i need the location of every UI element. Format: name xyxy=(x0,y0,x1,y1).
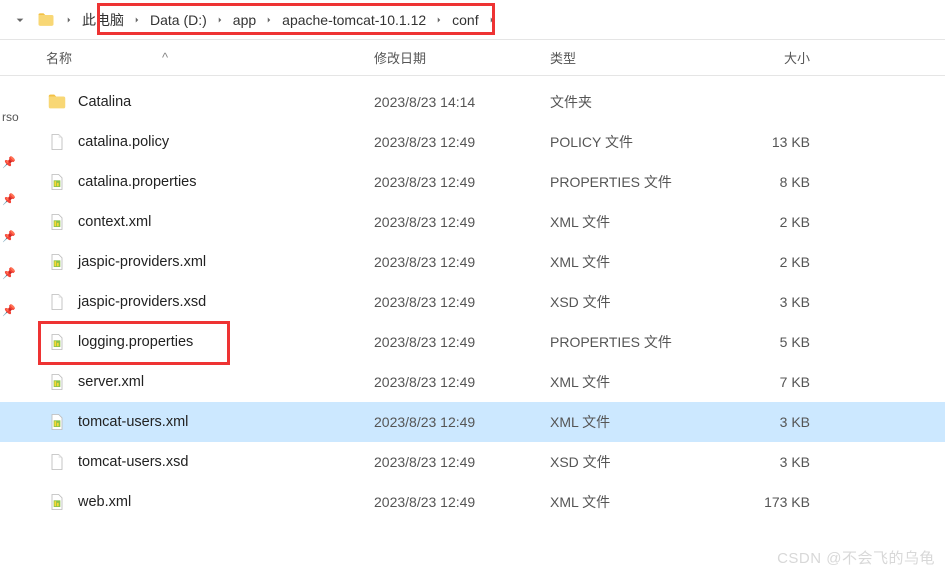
file-row[interactable]: jaspic-providers.xsd2023/8/23 12:49XSD 文… xyxy=(0,282,945,322)
file-name: catalina.policy xyxy=(78,134,374,150)
file-name: Catalina xyxy=(78,94,374,110)
file-size: 3 KB xyxy=(730,294,820,310)
address-bar: 此电脑 Data (D:) app apache-tomcat-10.1.12 … xyxy=(0,0,945,40)
file-date: 2023/8/23 12:49 xyxy=(374,294,550,310)
breadcrumb: 此电脑 Data (D:) app apache-tomcat-10.1.12 … xyxy=(62,6,939,34)
file-date: 2023/8/23 14:14 xyxy=(374,94,550,110)
chevron-right-icon[interactable] xyxy=(213,6,227,34)
file-size: 8 KB xyxy=(730,174,820,190)
file-name: web.xml xyxy=(78,494,374,510)
xml-icon xyxy=(46,371,68,393)
file-date: 2023/8/23 12:49 xyxy=(374,254,550,270)
file-date: 2023/8/23 12:49 xyxy=(374,414,550,430)
file-name: jaspic-providers.xml xyxy=(78,254,374,270)
crumb-conf[interactable]: conf xyxy=(446,6,484,34)
chevron-right-icon[interactable] xyxy=(62,6,76,34)
chevron-right-icon[interactable] xyxy=(485,6,499,34)
file-name: tomcat-users.xsd xyxy=(78,454,374,470)
file-name: tomcat-users.xml xyxy=(78,414,374,430)
prop-icon xyxy=(46,171,68,193)
file-type: XSD 文件 xyxy=(550,452,730,472)
file-name: catalina.properties xyxy=(78,174,374,190)
file-date: 2023/8/23 12:49 xyxy=(374,374,550,390)
xml-icon xyxy=(46,251,68,273)
file-type: XML 文件 xyxy=(550,372,730,392)
file-row[interactable]: tomcat-users.xml2023/8/23 12:49XML 文件3 K… xyxy=(0,402,945,442)
file-size: 13 KB xyxy=(730,134,820,150)
file-row[interactable]: context.xml2023/8/23 12:49XML 文件2 KB xyxy=(0,202,945,242)
file-size: 5 KB xyxy=(730,334,820,350)
file-size: 3 KB xyxy=(730,414,820,430)
header-type[interactable]: 类型 xyxy=(550,48,730,67)
crumb-app[interactable]: app xyxy=(227,6,262,34)
file-type: XML 文件 xyxy=(550,252,730,272)
file-type: XML 文件 xyxy=(550,492,730,512)
file-row[interactable]: logging.properties2023/8/23 12:49PROPERT… xyxy=(0,322,945,362)
chevron-right-icon[interactable] xyxy=(130,6,144,34)
xml-icon xyxy=(46,211,68,233)
crumb-apache-tomcat[interactable]: apache-tomcat-10.1.12 xyxy=(276,6,432,34)
file-date: 2023/8/23 12:49 xyxy=(374,494,550,510)
column-headers: 名称 ^ 修改日期 类型 大小 xyxy=(0,40,945,76)
folder-icon xyxy=(36,10,56,30)
chevron-right-icon[interactable] xyxy=(262,6,276,34)
folder-icon xyxy=(46,91,68,113)
file-type: PROPERTIES 文件 xyxy=(550,332,730,352)
file-list: Catalina2023/8/23 14:14文件夹catalina.polic… xyxy=(0,76,945,522)
prop-icon xyxy=(46,331,68,353)
file-type: XML 文件 xyxy=(550,212,730,232)
history-dropdown-icon[interactable] xyxy=(6,6,34,34)
file-type: XML 文件 xyxy=(550,412,730,432)
file-name: context.xml xyxy=(78,214,374,230)
file-row[interactable]: catalina.properties2023/8/23 12:49PROPER… xyxy=(0,162,945,202)
file-type: PROPERTIES 文件 xyxy=(550,172,730,192)
file-date: 2023/8/23 12:49 xyxy=(374,454,550,470)
file-name: jaspic-providers.xsd xyxy=(78,294,374,310)
file-row[interactable]: server.xml2023/8/23 12:49XML 文件7 KB xyxy=(0,362,945,402)
file-type: XSD 文件 xyxy=(550,292,730,312)
header-size[interactable]: 大小 xyxy=(730,48,820,67)
header-name-label: 名称 xyxy=(46,48,72,67)
file-icon xyxy=(46,131,68,153)
file-icon xyxy=(46,451,68,473)
file-date: 2023/8/23 12:49 xyxy=(374,134,550,150)
file-date: 2023/8/23 12:49 xyxy=(374,174,550,190)
file-type: 文件夹 xyxy=(550,92,730,112)
file-size: 173 KB xyxy=(730,494,820,510)
file-row[interactable]: tomcat-users.xsd2023/8/23 12:49XSD 文件3 K… xyxy=(0,442,945,482)
crumb-data-d[interactable]: Data (D:) xyxy=(144,6,213,34)
file-row[interactable]: jaspic-providers.xml2023/8/23 12:49XML 文… xyxy=(0,242,945,282)
file-name: server.xml xyxy=(78,374,374,390)
xml-icon xyxy=(46,491,68,513)
header-name[interactable]: 名称 ^ xyxy=(46,48,374,67)
file-row[interactable]: web.xml2023/8/23 12:49XML 文件173 KB xyxy=(0,482,945,522)
header-date[interactable]: 修改日期 xyxy=(374,48,550,67)
file-date: 2023/8/23 12:49 xyxy=(374,334,550,350)
file-icon xyxy=(46,291,68,313)
file-size: 7 KB xyxy=(730,374,820,390)
watermark: CSDN @不会飞的乌龟 xyxy=(777,547,935,568)
file-row[interactable]: Catalina2023/8/23 14:14文件夹 xyxy=(0,82,945,122)
file-row[interactable]: catalina.policy2023/8/23 12:49POLICY 文件1… xyxy=(0,122,945,162)
chevron-right-icon[interactable] xyxy=(432,6,446,34)
file-size: 2 KB xyxy=(730,254,820,270)
sort-indicator-icon: ^ xyxy=(162,50,168,65)
file-date: 2023/8/23 12:49 xyxy=(374,214,550,230)
xml-icon xyxy=(46,411,68,433)
file-size: 3 KB xyxy=(730,454,820,470)
file-name: logging.properties xyxy=(78,334,374,350)
crumb-this-pc[interactable]: 此电脑 xyxy=(76,6,130,34)
file-type: POLICY 文件 xyxy=(550,132,730,152)
file-size: 2 KB xyxy=(730,214,820,230)
